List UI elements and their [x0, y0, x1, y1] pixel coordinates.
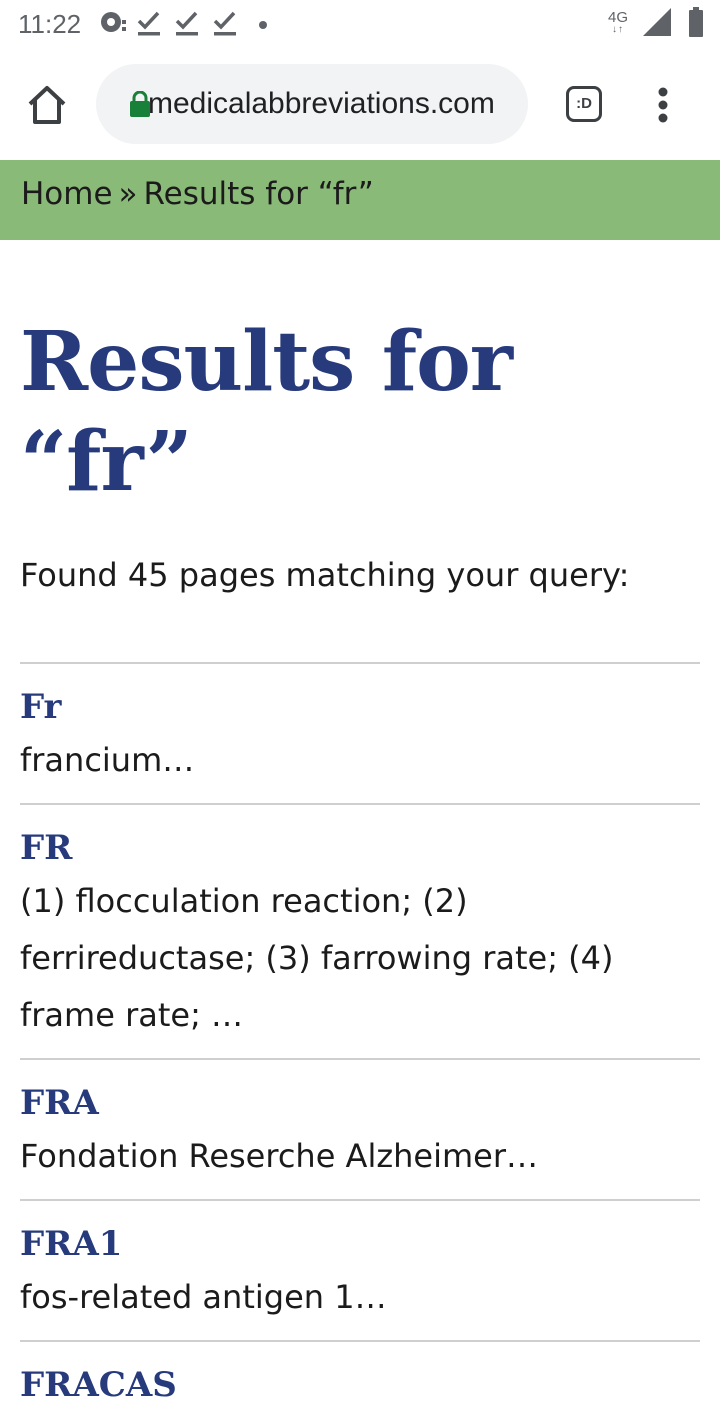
lock-icon[interactable]: [130, 90, 150, 117]
result-item: FR (1) flocculation reaction; (2) ferrir…: [20, 803, 700, 1058]
result-item: FRA Fondation Reserche Alzheimer…: [20, 1058, 700, 1199]
result-snippet: francium…: [20, 741, 195, 779]
browser-toolbar: medicalabbreviations.com :D: [0, 48, 720, 160]
notification-dot-icon: [258, 15, 268, 34]
status-notifications: [98, 6, 268, 42]
result-title-link[interactable]: FR: [20, 823, 700, 873]
result-title-link[interactable]: Fr: [20, 682, 700, 732]
breadcrumb-separator: »: [118, 176, 138, 212]
result-title-link[interactable]: FRA: [20, 1078, 700, 1128]
breadcrumb-current: Results for “fr”: [143, 176, 374, 212]
network-arrows: ↓↑: [611, 23, 624, 35]
result-item: Fr francium…: [20, 662, 700, 803]
status-right: 4G ↓↑: [608, 6, 704, 42]
home-icon: [28, 86, 66, 124]
network-type: 4G ↓↑: [608, 10, 628, 35]
url-bar[interactable]: medicalabbreviations.com: [96, 64, 528, 144]
results-count-text: Found 45 pages matching your query:: [20, 556, 630, 594]
main-content: Results for “fr” Found 45 pages matching…: [20, 240, 700, 1424]
result-title-link[interactable]: FRACAS: [20, 1360, 700, 1410]
breadcrumb: Home» Results for “fr”: [0, 160, 720, 240]
battery-icon: [688, 7, 704, 41]
page-title: Results for “fr”: [20, 314, 513, 510]
data-saver-icon: [98, 7, 128, 41]
tab-switcher-button[interactable]: :D: [566, 86, 602, 122]
download-done-icon: [134, 7, 164, 41]
result-snippet: Fondation Reserche Alzheimer…: [20, 1137, 538, 1175]
breadcrumb-home-link[interactable]: Home: [21, 176, 113, 212]
result-item: FRACAS: [20, 1340, 700, 1424]
status-bar: 11:22 4G ↓↑: [0, 0, 720, 48]
download-done-icon: [172, 7, 202, 41]
download-done-icon: [210, 7, 240, 41]
more-options-button[interactable]: [648, 86, 678, 126]
result-snippet: (1) flocculation reaction; (2) ferriredu…: [20, 882, 614, 1034]
result-item: FRA1 fos-related antigen 1…: [20, 1199, 700, 1340]
more-vert-icon: [658, 87, 668, 123]
result-title-link[interactable]: FRA1: [20, 1219, 700, 1269]
home-button[interactable]: [24, 82, 70, 128]
results-list: Fr francium… FR (1) flocculation reactio…: [20, 662, 700, 1424]
status-time: 11:22: [18, 9, 82, 39]
network-type-label: 4G: [607, 8, 628, 26]
url-text[interactable]: medicalabbreviations.com: [148, 64, 514, 144]
signal-icon: [642, 7, 672, 41]
result-snippet: fos-related antigen 1…: [20, 1278, 387, 1316]
